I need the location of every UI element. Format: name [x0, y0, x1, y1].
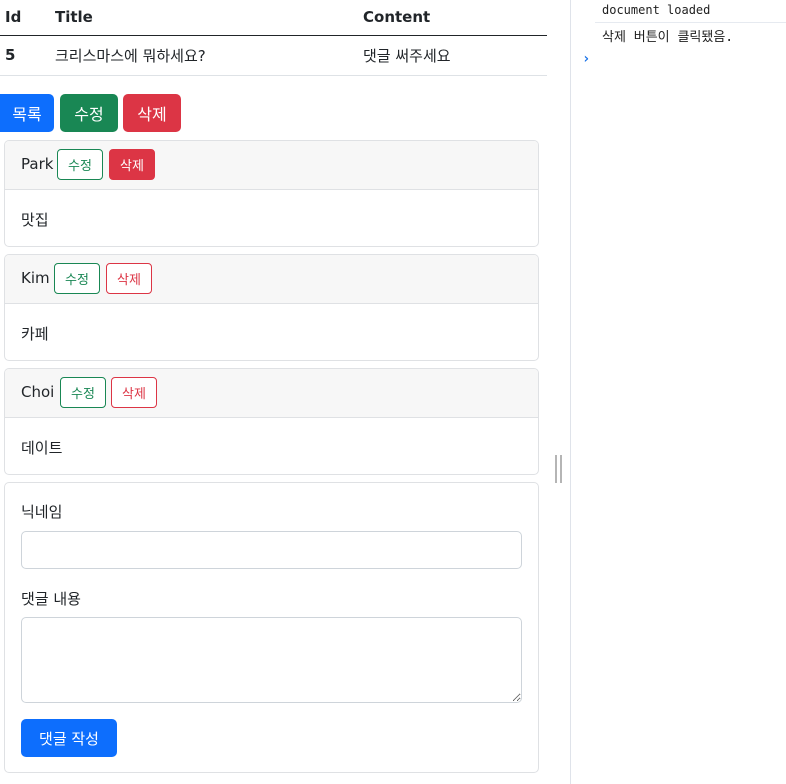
resize-handle[interactable] — [555, 455, 562, 483]
comment-card: Park 수정 삭제 맛집 — [4, 140, 539, 247]
article-page: Id Title Content 5 크리스마스에 뭐하세요? 댓글 써주세요 … — [0, 0, 547, 784]
comment-card: Kim 수정 삭제 카페 — [4, 254, 539, 361]
panel-divider — [547, 0, 570, 784]
comment-body: 카페 — [5, 304, 538, 360]
comment-nickname: Park — [21, 155, 54, 173]
column-header-content: Content — [358, 0, 547, 36]
comment-nickname: Choi — [21, 383, 55, 401]
nickname-label: 닉네임 — [21, 503, 63, 521]
comment-content-label: 댓글 내용 — [21, 590, 81, 608]
comment-edit-button[interactable]: 수정 — [54, 263, 100, 294]
comment-text: 카페 — [21, 325, 49, 343]
comment-delete-button[interactable]: 삭제 — [106, 263, 152, 294]
comment-text: 데이트 — [21, 439, 63, 457]
console-separator — [595, 22, 786, 23]
comment-content-textarea[interactable] — [21, 617, 522, 703]
console-message: 삭제 버튼이 클릭됐음. — [602, 30, 734, 45]
submit-comment-button[interactable]: 댓글 작성 — [21, 719, 117, 757]
article-content: 댓글 써주세요 — [358, 35, 547, 76]
nickname-input[interactable] — [21, 531, 522, 569]
comment-form: 닉네임 댓글 내용 댓글 작성 — [4, 482, 539, 773]
console-prompt-icon[interactable]: › — [582, 51, 590, 67]
comment-body: 데이트 — [5, 418, 538, 474]
comment-header: Choi 수정 삭제 — [5, 369, 538, 418]
console-message: document loaded — [602, 3, 711, 17]
column-header-id: Id — [0, 0, 50, 36]
table-row: 5 크리스마스에 뭐하세요? 댓글 써주세요 — [0, 35, 547, 76]
column-header-title: Title — [50, 0, 358, 36]
table-header-row: Id Title Content — [0, 0, 547, 36]
comment-header: Kim 수정 삭제 — [5, 255, 538, 304]
article-table: Id Title Content 5 크리스마스에 뭐하세요? 댓글 써주세요 — [0, 0, 547, 76]
comment-delete-button[interactable]: 삭제 — [109, 149, 155, 180]
article-title: 크리스마스에 뭐하세요? — [50, 35, 358, 76]
comment-card: Choi 수정 삭제 데이트 — [4, 368, 539, 475]
delete-article-button[interactable]: 삭제 — [123, 94, 181, 132]
edit-article-button[interactable]: 수정 — [60, 94, 118, 132]
comment-text: 맛집 — [21, 211, 49, 229]
comment-delete-button[interactable]: 삭제 — [111, 377, 157, 408]
comment-edit-button[interactable]: 수정 — [57, 149, 103, 180]
comment-nickname: Kim — [21, 269, 50, 287]
comment-edit-button[interactable]: 수정 — [60, 377, 106, 408]
comment-header: Park 수정 삭제 — [5, 141, 538, 190]
comment-body: 맛집 — [5, 190, 538, 246]
list-button[interactable]: 목록 — [0, 94, 54, 132]
article-id: 5 — [0, 35, 50, 76]
devtools-console: document loaded 삭제 버튼이 클릭됐음. › — [571, 0, 786, 784]
